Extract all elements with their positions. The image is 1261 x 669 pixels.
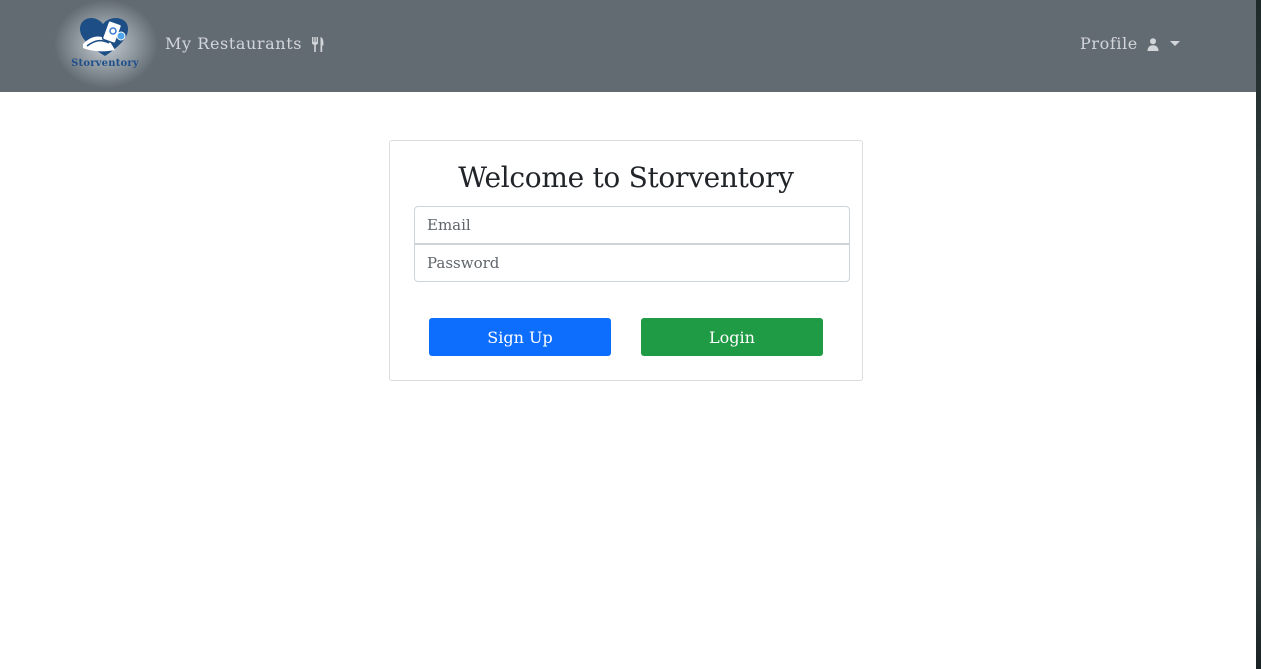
- password-field[interactable]: [414, 244, 850, 282]
- desktop-background-edge: [1256, 0, 1261, 669]
- storventory-logo-icon: [80, 18, 129, 56]
- email-field[interactable]: [414, 206, 850, 244]
- navbar: Storventory My Restaurants Profile: [0, 0, 1256, 92]
- utensils-icon: [311, 37, 324, 52]
- nav-my-restaurants[interactable]: My Restaurants: [165, 33, 324, 55]
- sign-up-button[interactable]: Sign Up: [429, 318, 611, 356]
- user-icon: [1147, 38, 1159, 51]
- brand-name: Storventory: [71, 58, 139, 69]
- login-button[interactable]: Login: [641, 318, 823, 356]
- nav-my-restaurants-label: My Restaurants: [165, 34, 303, 53]
- nav-profile-label: Profile: [1080, 34, 1138, 53]
- brand-logo-link[interactable]: Storventory: [50, 0, 162, 92]
- login-card: Welcome to Storventory Sign Up Login: [389, 140, 863, 381]
- nav-profile-dropdown[interactable]: Profile: [1080, 33, 1181, 55]
- welcome-title: Welcome to Storventory: [458, 161, 794, 194]
- chevron-down-icon: [1170, 40, 1181, 46]
